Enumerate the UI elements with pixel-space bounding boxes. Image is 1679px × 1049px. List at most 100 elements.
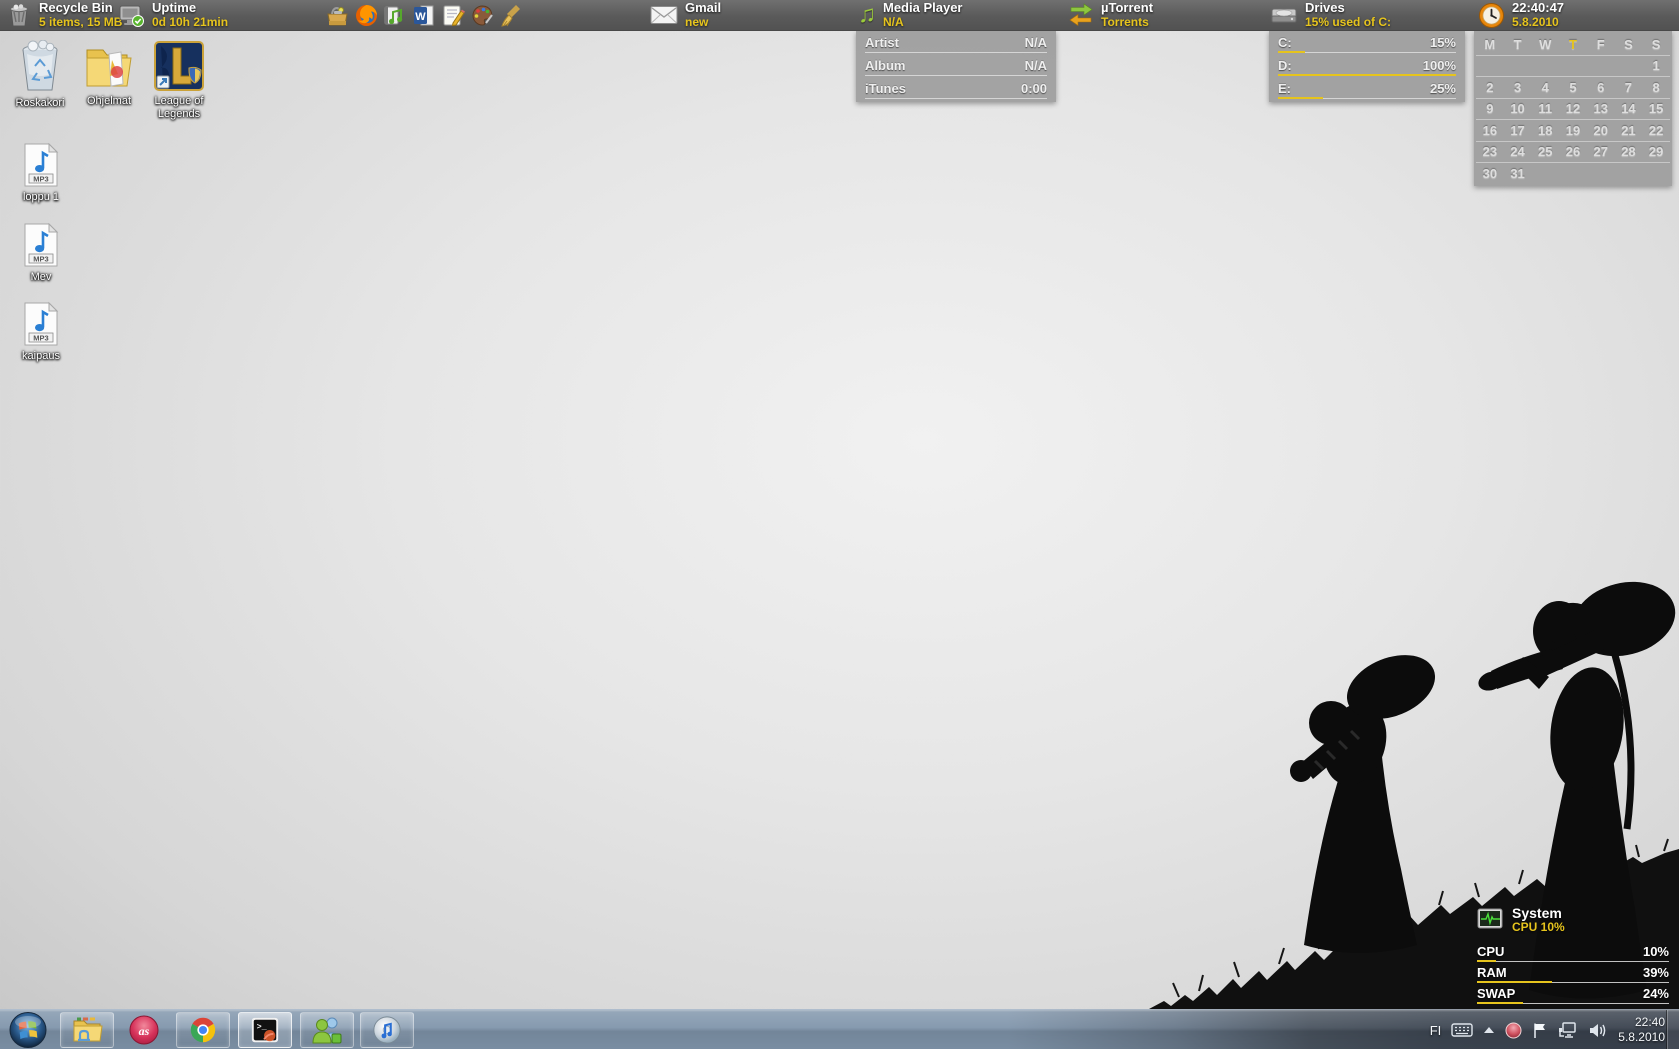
media-row-album: Album N/A <box>856 54 1056 77</box>
figure-left <box>1290 643 1445 953</box>
widget-utorrent[interactable]: µTorrent Torrents <box>1068 1 1153 29</box>
taskbar-button-chrome[interactable] <box>176 1012 230 1048</box>
media-player-title: Media Player <box>883 1 963 15</box>
media-row-artist: Artist N/A <box>856 31 1056 54</box>
calendar-day <box>1531 163 1559 185</box>
desktop-icon-roskakori[interactable]: Roskakori <box>1 40 79 110</box>
apps-box-icon[interactable] <box>325 3 350 28</box>
desktop-icon-kaipaus[interactable]: MP3 kaipaus <box>2 301 80 363</box>
widget-gmail[interactable]: Gmail new <box>650 1 721 29</box>
desktop-icon-label: kaipaus <box>22 350 60 363</box>
taskbar-button-lastfm[interactable]: as <box>124 1014 164 1046</box>
firefox-icon[interactable] <box>354 3 379 28</box>
widget-recycle-bin[interactable]: Recycle Bin 5 items, 15 MB <box>6 1 122 29</box>
media-row-label: iTunes <box>865 81 906 96</box>
calendar-day <box>1615 163 1643 185</box>
drive-row-d[interactable]: D: 100% <box>1269 54 1465 77</box>
calendar-day: 22 <box>1642 120 1670 142</box>
calendar-day: 19 <box>1559 120 1587 142</box>
lastfm-icon: as <box>128 1014 160 1046</box>
taskbar-button-messenger[interactable] <box>300 1012 354 1048</box>
calendar-day: 7 <box>1615 77 1643 99</box>
desktop-icon-loppu1[interactable]: MP3 loppu 1 <box>2 142 80 204</box>
word-icon[interactable]: W <box>412 3 437 28</box>
calendar-weekday: S <box>1642 34 1670 56</box>
status-busy-icon[interactable] <box>1505 1022 1522 1039</box>
drives-status: 15% used of C: <box>1305 15 1391 29</box>
media-library-icon[interactable] <box>383 3 408 28</box>
gmail-status: new <box>685 15 721 29</box>
desktop-icon-ohjelmat[interactable]: Ohjelmat <box>70 42 148 108</box>
calendar-day: 18 <box>1531 120 1559 142</box>
system-monitor-icon <box>1477 908 1503 932</box>
drive-usage: 100% <box>1423 58 1456 73</box>
volume-icon[interactable] <box>1589 1022 1608 1039</box>
widget-media-player[interactable]: ♫ Media Player N/A <box>858 1 963 29</box>
media-row-itunes[interactable]: iTunes 0:00 <box>856 77 1056 100</box>
widget-clock[interactable]: 22:40:47 5.8.2010 <box>1478 1 1564 29</box>
torrent-arrows-icon <box>1068 3 1094 27</box>
recycle-bin-icon <box>6 2 32 28</box>
calendar-weekday: F <box>1587 34 1615 56</box>
calendar-day: 4 <box>1531 77 1559 99</box>
drive-label: E: <box>1278 81 1291 96</box>
widget-drives[interactable]: Drives 15% used of C: <box>1270 1 1391 29</box>
language-indicator[interactable]: FI <box>1430 1023 1442 1038</box>
clean-icon[interactable] <box>499 3 524 28</box>
calendar-day: 8 <box>1642 77 1670 99</box>
calendar-day <box>1504 56 1532 78</box>
drive-row-e[interactable]: E: 25% <box>1269 77 1465 100</box>
media-row-value: 0:00 <box>1021 81 1047 96</box>
taskbar-button-itunes[interactable] <box>360 1012 414 1048</box>
calendar-day: 27 <box>1587 142 1615 164</box>
widget-uptime[interactable]: Uptime 0d 10h 21min <box>118 1 228 29</box>
notes-icon[interactable] <box>441 3 466 28</box>
system-row-swap: SWAP 24% <box>1477 983 1669 1004</box>
show-desktop-button[interactable] <box>1666 1010 1679 1049</box>
media-row-value: N/A <box>1025 58 1047 73</box>
start-button[interactable] <box>8 1011 48 1049</box>
action-center-flag-icon[interactable] <box>1532 1022 1548 1039</box>
mp3-file-icon: MP3 <box>21 222 61 268</box>
clock-time: 22:40:47 <box>1512 1 1564 15</box>
calendar-weekday: T <box>1559 34 1587 56</box>
calendar-weekday: T <box>1504 34 1532 56</box>
svg-text:as: as <box>139 1024 150 1038</box>
desktop-icon-label: loppu 1 <box>23 191 59 204</box>
system-metric-value: 39% <box>1643 965 1669 980</box>
calendar-day: 16 <box>1476 120 1504 142</box>
calendar-day: 23 <box>1476 142 1504 164</box>
system-metric-bar <box>1477 1002 1523 1004</box>
taskbar-button-explorer[interactable] <box>60 1012 114 1048</box>
drive-usage-bar <box>1278 97 1323 99</box>
show-hidden-chevron-icon[interactable] <box>1483 1026 1495 1034</box>
desktop-icon-league-of-legends[interactable]: League of Legends <box>140 40 218 121</box>
calendar-day: 20 <box>1587 120 1615 142</box>
recycle-bin-title: Recycle Bin <box>39 1 122 15</box>
media-player-panel: Artist N/A Album N/A iTunes 0:00 <box>856 31 1056 102</box>
calendar-weekday: W <box>1531 34 1559 56</box>
calendar-day: 2 <box>1476 77 1504 99</box>
system-row-ram: RAM 39% <box>1477 962 1669 983</box>
desktop-icon-mev[interactable]: MP3 Mev <box>2 222 80 284</box>
clock-date: 5.8.2010 <box>1512 15 1564 29</box>
media-row-label: Artist <box>865 35 899 50</box>
taskbar-button-console[interactable]: >_ <box>238 1012 292 1048</box>
calendar-day: 28 <box>1615 142 1643 164</box>
mp3-file-icon: MP3 <box>21 301 61 347</box>
svg-text:MP3: MP3 <box>33 175 48 184</box>
desktop-icon-label: Ohjelmat <box>87 95 131 108</box>
calendar-day: 17 <box>1504 120 1532 142</box>
calendar-day: 25 <box>1531 142 1559 164</box>
paint-icon[interactable] <box>470 3 495 28</box>
tray-clock[interactable]: 22:40 5.8.2010 <box>1618 1015 1665 1045</box>
rainmeter-topbar: Recycle Bin 5 items, 15 MB Uptime 0d 10h… <box>0 0 1679 31</box>
calendar-day <box>1559 163 1587 185</box>
folder-icon <box>83 42 135 92</box>
svg-text:MP3: MP3 <box>33 334 48 343</box>
network-icon[interactable] <box>1558 1022 1579 1039</box>
svg-text:>_: >_ <box>257 1022 268 1032</box>
tray-date: 5.8.2010 <box>1618 1030 1665 1045</box>
keyboard-icon[interactable] <box>1451 1023 1473 1037</box>
drive-row-c[interactable]: C: 15% <box>1269 31 1465 54</box>
